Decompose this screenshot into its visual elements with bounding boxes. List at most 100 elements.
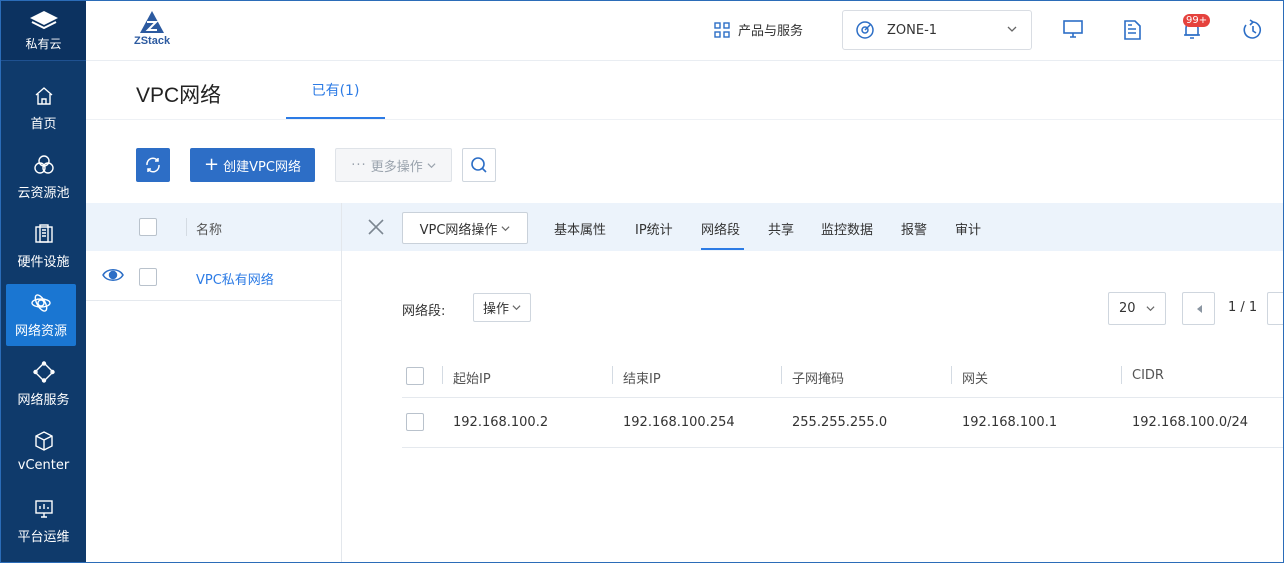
column-divider bbox=[442, 366, 443, 384]
select-all-checkbox[interactable] bbox=[139, 218, 157, 236]
more-actions-label: 更多操作 bbox=[370, 159, 423, 175]
sidebar-item-hardware[interactable]: 硬件设施 bbox=[1, 215, 86, 277]
column-header-end-ip: 结束IP bbox=[623, 372, 661, 387]
tab-network-segment[interactable]: 网络段 bbox=[701, 219, 740, 238]
notification-badge: 99+ bbox=[1183, 14, 1211, 27]
cell-gateway: 192.168.100.1 bbox=[962, 415, 1058, 430]
radar-icon bbox=[856, 21, 874, 39]
products-services-label: 产品与服务 bbox=[738, 24, 804, 39]
create-vpc-button[interactable]: + 创建VPC网络 bbox=[190, 148, 315, 182]
page-size-select[interactable]: 20 bbox=[1108, 292, 1166, 325]
tab-share[interactable]: 共享 bbox=[768, 219, 794, 238]
sidebar-item-label: 网络服务 bbox=[17, 392, 70, 408]
refresh-button[interactable] bbox=[136, 148, 170, 182]
tab-audit[interactable]: 审计 bbox=[955, 219, 981, 238]
vpc-operations-dropdown[interactable]: VPC网络操作 bbox=[402, 212, 528, 244]
tab-monitoring[interactable]: 监控数据 bbox=[821, 219, 873, 238]
title-divider bbox=[86, 119, 1283, 120]
tab-existing[interactable]: 已有(1) bbox=[286, 63, 385, 119]
panel-divider bbox=[341, 203, 342, 562]
column-divider bbox=[612, 366, 613, 384]
more-actions-button[interactable]: ··· 更多操作 bbox=[335, 148, 452, 182]
cell-end-ip: 192.168.100.254 bbox=[623, 415, 735, 430]
column-divider bbox=[186, 218, 187, 236]
cloud-pool-icon bbox=[33, 154, 54, 174]
refresh-icon bbox=[146, 157, 160, 173]
row-checkbox[interactable] bbox=[139, 268, 157, 286]
brand-label: 私有云 bbox=[25, 36, 62, 51]
chevron-down-icon bbox=[501, 225, 510, 231]
list-divider bbox=[86, 300, 342, 301]
sidebar-item-network-service[interactable]: 网络服务 bbox=[1, 353, 86, 415]
top-header: ZStack 产品与服务 ZONE-1 99+ bbox=[86, 1, 1283, 61]
next-page-button[interactable] bbox=[1267, 292, 1283, 325]
column-header-start-ip: 起始IP bbox=[453, 372, 491, 387]
table-row-divider bbox=[402, 447, 1283, 448]
search-button[interactable] bbox=[462, 148, 496, 182]
chevron-down-icon bbox=[1146, 306, 1155, 312]
grid-icon bbox=[714, 21, 730, 38]
tab-alarm[interactable]: 报警 bbox=[901, 219, 927, 238]
history-icon[interactable] bbox=[1242, 19, 1264, 41]
sidebar-item-label: 网络资源 bbox=[14, 323, 67, 339]
dots-icon: ··· bbox=[351, 157, 367, 173]
column-header-gateway: 网关 bbox=[962, 372, 989, 387]
segment-operations-label: 操作 bbox=[482, 302, 509, 317]
segment-label: 网络段: bbox=[402, 304, 446, 319]
monitor-icon[interactable] bbox=[1062, 19, 1084, 39]
tab-basic-properties[interactable]: 基本属性 bbox=[554, 219, 606, 238]
eye-icon[interactable] bbox=[102, 266, 124, 284]
hardware-icon bbox=[34, 223, 53, 243]
brand-switcher[interactable]: 私有云 bbox=[1, 1, 86, 61]
sidebar-item-vcenter[interactable]: vCenter bbox=[1, 420, 86, 482]
network-icon bbox=[31, 293, 51, 312]
column-divider bbox=[1121, 366, 1122, 384]
layers-icon bbox=[29, 10, 58, 29]
cell-netmask: 255.255.255.0 bbox=[792, 415, 888, 430]
active-tab-indicator bbox=[701, 248, 744, 250]
close-icon[interactable] bbox=[367, 218, 385, 236]
chevron-down-icon bbox=[427, 162, 436, 168]
platform-ops-icon bbox=[34, 499, 53, 518]
zstack-logo[interactable]: ZStack bbox=[134, 10, 170, 47]
create-vpc-label: 创建VPC网络 bbox=[223, 159, 301, 175]
segment-row-checkbox[interactable] bbox=[406, 413, 424, 431]
plus-icon: + bbox=[204, 154, 220, 175]
cell-start-ip: 192.168.100.2 bbox=[453, 415, 549, 430]
sidebar-item-label: 硬件设施 bbox=[17, 254, 70, 270]
prev-page-button[interactable] bbox=[1182, 292, 1215, 325]
caret-left-icon bbox=[1196, 304, 1202, 313]
zone-label: ZONE-1 bbox=[887, 22, 938, 38]
page-size-value: 20 bbox=[1119, 301, 1136, 316]
sidebar-item-label: 平台运维 bbox=[17, 529, 70, 545]
products-services-menu[interactable]: 产品与服务 bbox=[714, 20, 803, 39]
chevron-down-icon bbox=[1007, 26, 1017, 32]
zone-selector[interactable]: ZONE-1 bbox=[842, 10, 1032, 50]
vpc-operations-label: VPC网络操作 bbox=[419, 222, 498, 238]
column-header-cidr: CIDR bbox=[1132, 368, 1164, 383]
table-header-divider bbox=[402, 397, 1283, 398]
tab-ip-statistics[interactable]: IP统计 bbox=[635, 219, 673, 238]
segment-operations-dropdown[interactable]: 操作 bbox=[473, 293, 531, 322]
column-divider bbox=[951, 366, 952, 384]
sidebar-item-platform-ops[interactable]: 平台运维 bbox=[1, 490, 86, 552]
document-icon[interactable] bbox=[1122, 19, 1142, 41]
page-indicator: 1 / 1 bbox=[1228, 300, 1258, 315]
sidebar-item-home[interactable]: 首页 bbox=[1, 77, 86, 139]
sidebar-item-network[interactable]: 网络资源 bbox=[6, 284, 76, 346]
zstack-logo-icon bbox=[140, 11, 165, 33]
home-icon bbox=[35, 86, 52, 105]
vpc-name-link[interactable]: VPC私有网络 bbox=[196, 269, 274, 288]
sidebar-item-label: vCenter bbox=[17, 457, 70, 473]
sidebar-item-cloud-pool[interactable]: 云资源池 bbox=[1, 146, 86, 208]
app-frame: 私有云 首页 云资源池 硬件设施 网络资源 网络服务 vCenter 平台运维 … bbox=[0, 0, 1284, 563]
column-divider bbox=[781, 366, 782, 384]
cell-cidr: 192.168.100.0/24 bbox=[1132, 415, 1249, 430]
sidebar-item-label: 云资源池 bbox=[17, 185, 70, 201]
sidebar: 私有云 首页 云资源池 硬件设施 网络资源 网络服务 vCenter 平台运维 bbox=[1, 1, 86, 562]
column-header-netmask: 子网掩码 bbox=[792, 372, 845, 387]
network-service-icon bbox=[32, 360, 55, 383]
column-header-name: 名称 bbox=[196, 223, 223, 238]
search-icon bbox=[471, 157, 487, 173]
select-all-segments-checkbox[interactable] bbox=[406, 367, 424, 385]
